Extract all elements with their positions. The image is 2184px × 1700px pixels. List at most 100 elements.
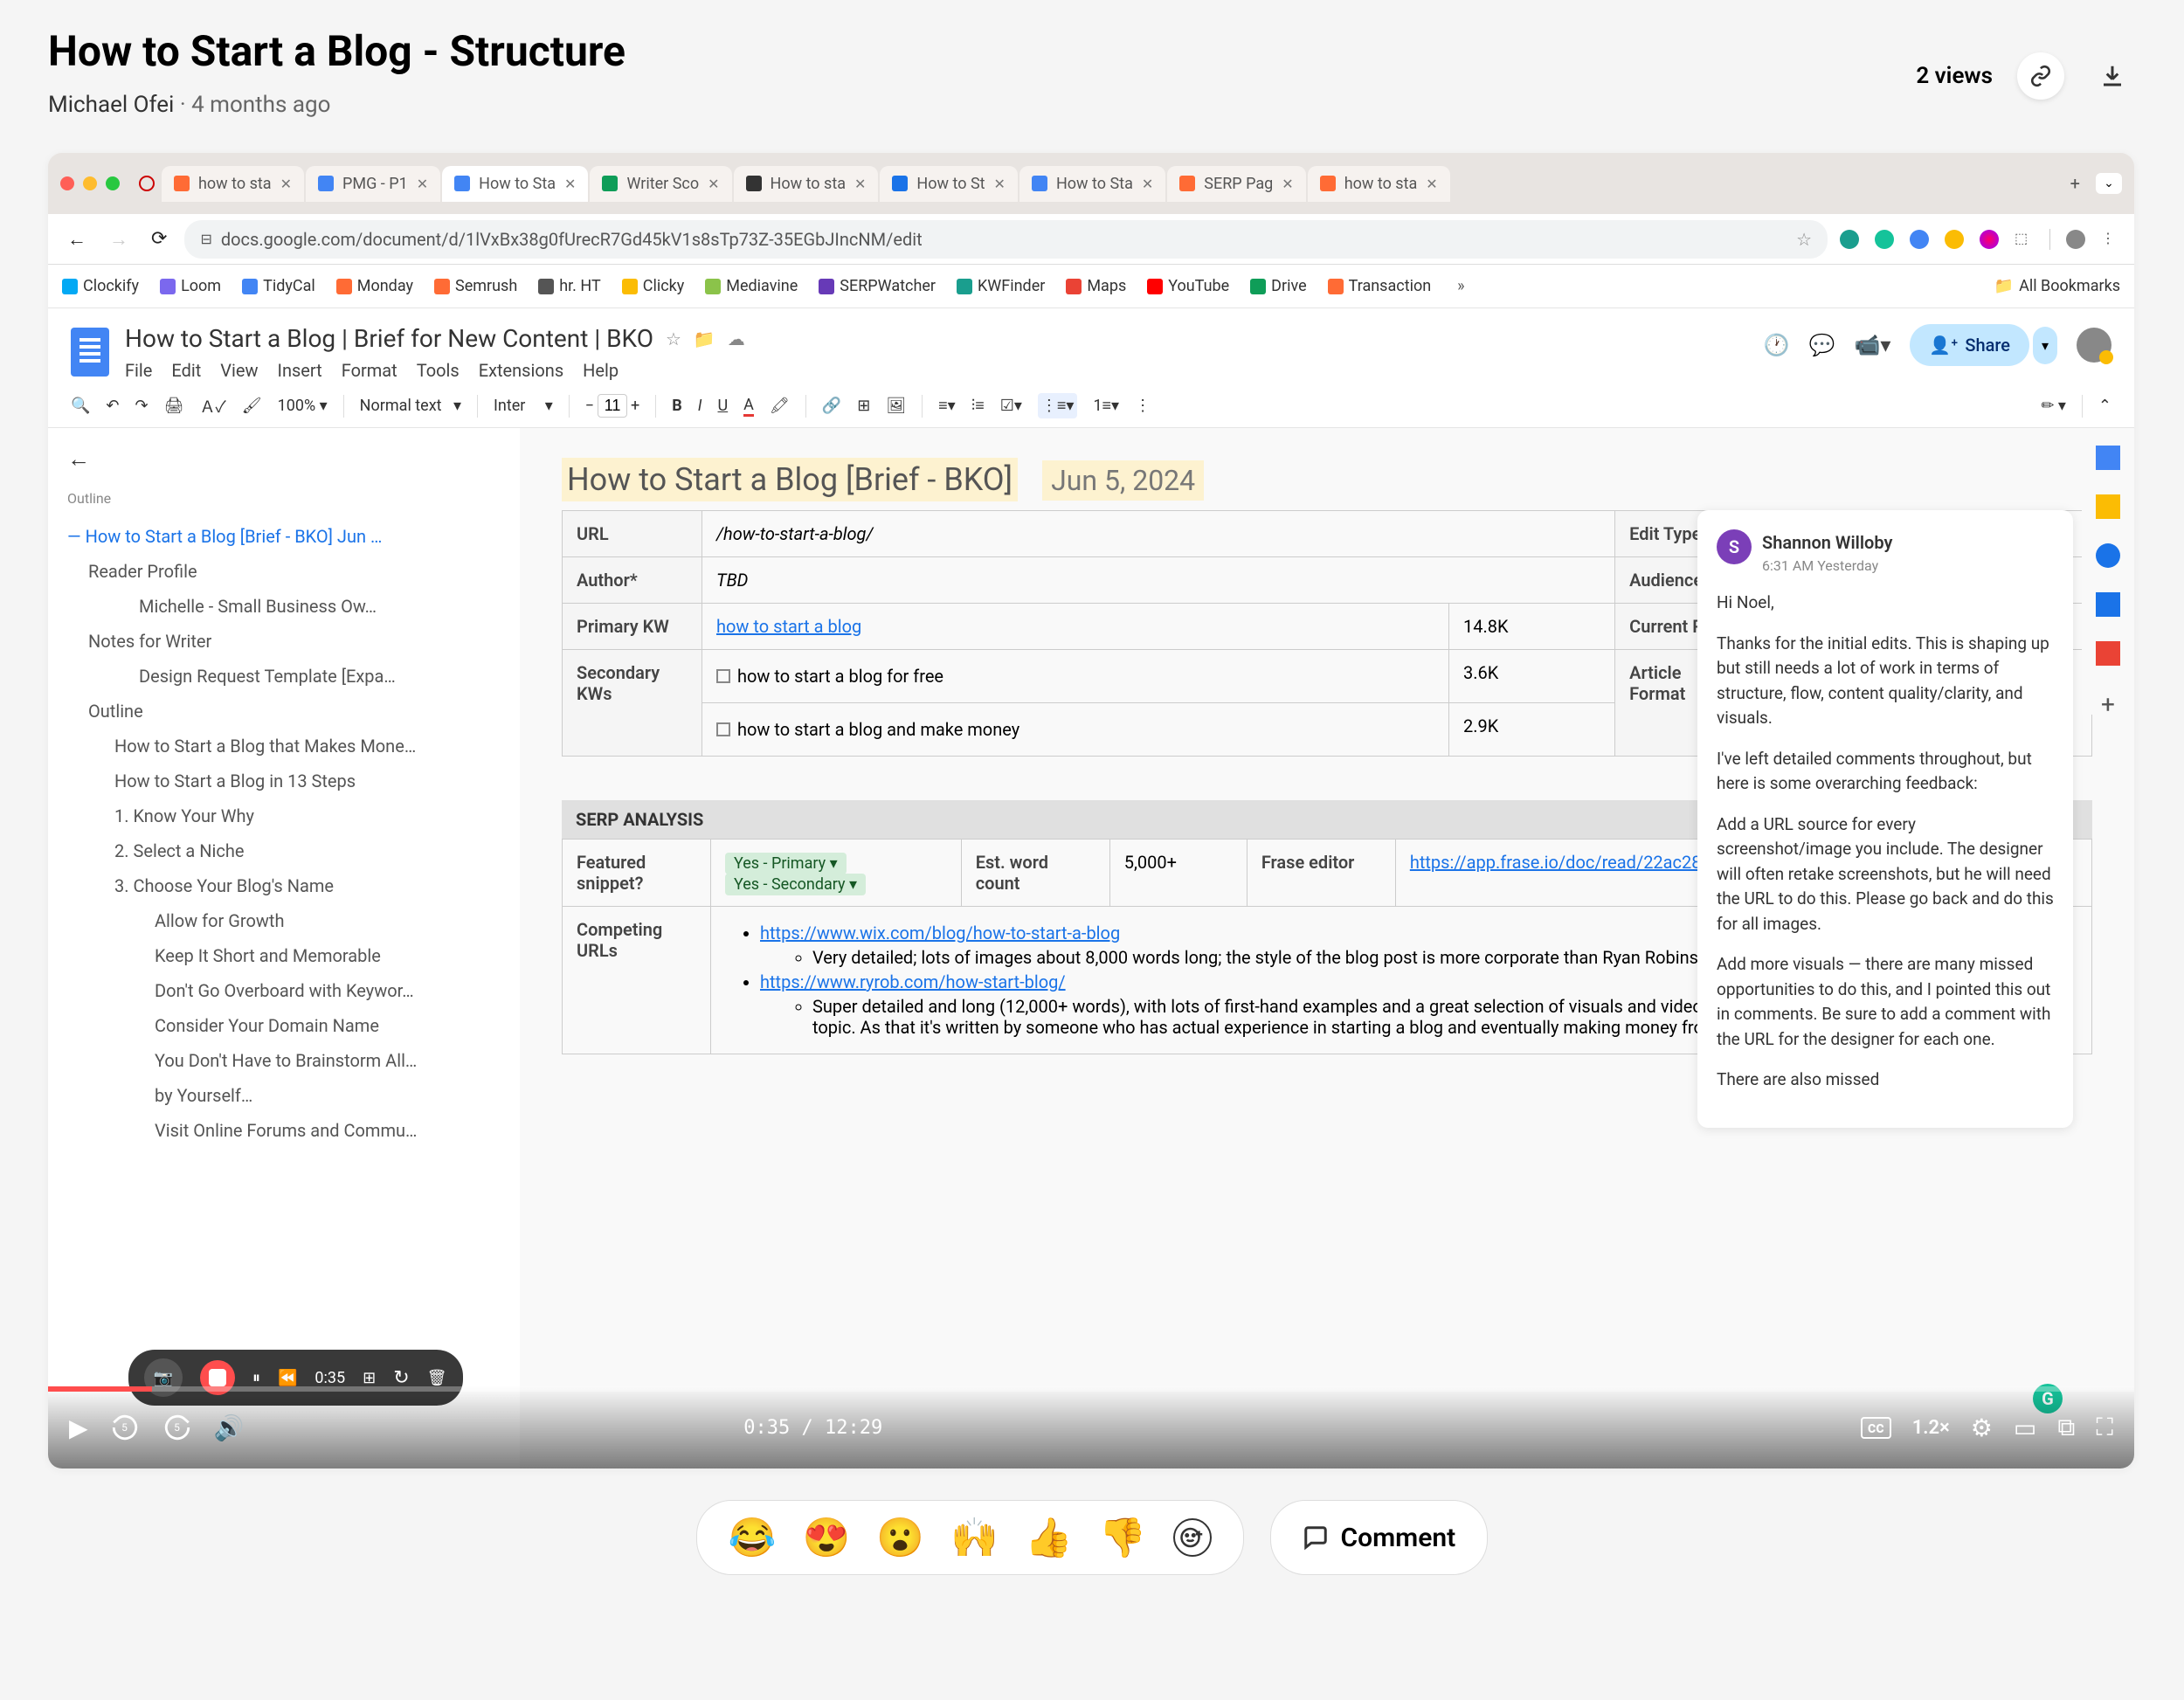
browser-tab[interactable]: How to Sta✕: [442, 166, 588, 202]
more-button[interactable]: ⋮: [1135, 397, 1151, 415]
canvas-button[interactable]: ⊞: [363, 1369, 376, 1387]
numbered-list-button[interactable]: 1≡▾: [1093, 397, 1119, 415]
increase-font-button[interactable]: +: [631, 397, 639, 415]
close-tab-icon[interactable]: ✕: [1282, 176, 1293, 192]
outline-item[interactable]: — How to Start a Blog [Brief - BKO] Jun …: [67, 519, 501, 554]
redo-button[interactable]: ↷: [135, 397, 149, 415]
share-dropdown[interactable]: ▾: [2033, 327, 2057, 364]
tasks-icon[interactable]: [2096, 543, 2120, 568]
browser-tab[interactable]: Writer Sco✕: [590, 166, 731, 202]
theater-mode-button[interactable]: ▭: [2014, 1413, 2036, 1442]
outline-item[interactable]: Keep It Short and Memorable: [67, 938, 501, 973]
bookmark-item[interactable]: Loom: [160, 277, 221, 295]
emoji-reaction[interactable]: 😍: [803, 1515, 851, 1560]
zoom-select[interactable]: 100% ▾: [278, 397, 328, 415]
all-bookmarks-button[interactable]: 📁 All Bookmarks: [1994, 277, 2120, 295]
text-color-button[interactable]: A: [743, 396, 754, 417]
bookmark-item[interactable]: Semrush: [434, 277, 517, 295]
outline-item[interactable]: You Don't Have to Brainstorm All…: [67, 1043, 501, 1078]
emoji-reaction[interactable]: 👎: [1099, 1515, 1147, 1560]
rewind-5-button[interactable]: 5: [109, 1412, 141, 1443]
history-icon[interactable]: 🕐: [1764, 333, 1790, 357]
meet-icon[interactable]: 📹▾: [1854, 333, 1890, 357]
extensions-menu-icon[interactable]: ⬚: [2015, 230, 2034, 249]
bookmark-item[interactable]: Drive: [1250, 277, 1306, 295]
insert-image-button[interactable]: 🖼: [886, 397, 906, 415]
outline-item[interactable]: 3. Choose Your Blog's Name: [67, 868, 501, 903]
volume-button[interactable]: 🔊: [214, 1413, 245, 1442]
bookmark-item[interactable]: TidyCal: [242, 277, 315, 295]
comments-icon[interactable]: 💬: [1809, 333, 1835, 357]
captions-button[interactable]: cc: [1861, 1417, 1891, 1439]
back-button[interactable]: ←: [62, 223, 92, 256]
browser-tab[interactable]: how to sta✕: [162, 166, 304, 202]
emoji-reaction[interactable]: 😂: [729, 1515, 777, 1560]
window-controls[interactable]: [60, 176, 120, 190]
close-tab-icon[interactable]: ✕: [1426, 176, 1437, 192]
bookmark-item[interactable]: Clockify: [62, 277, 139, 295]
paint-format-button[interactable]: 🖌: [242, 397, 262, 415]
browser-tab[interactable]: how to sta✕: [1308, 166, 1450, 202]
download-button[interactable]: [2089, 52, 2136, 100]
video-player[interactable]: how to sta✕PMG - P1✕How to Sta✕Writer Sc…: [48, 153, 2134, 1468]
decrease-font-button[interactable]: −: [585, 397, 594, 415]
outline-item[interactable]: Consider Your Domain Name: [67, 1008, 501, 1043]
underline-button[interactable]: U: [718, 397, 729, 415]
outline-item[interactable]: How to Start a Blog that Makes Mone…: [67, 729, 501, 764]
docs-menu-item[interactable]: View: [220, 360, 258, 381]
minimize-window[interactable]: [83, 176, 97, 190]
pip-button[interactable]: ⧉: [2057, 1413, 2075, 1442]
outline-item[interactable]: Design Request Template [Expa…: [67, 659, 501, 694]
maximize-window[interactable]: [106, 176, 120, 190]
profile-avatar[interactable]: [2066, 230, 2085, 249]
undo-button[interactable]: ↶: [106, 397, 119, 415]
outline-item[interactable]: 1. Know Your Why: [67, 798, 501, 833]
highlight-button[interactable]: 🖍: [770, 397, 790, 415]
new-tab-button[interactable]: +: [2062, 168, 2089, 199]
checklist-button[interactable]: ☑▾: [1000, 397, 1022, 415]
spellcheck-button[interactable]: Ａ✓: [199, 395, 225, 418]
docs-menu-item[interactable]: Insert: [278, 360, 322, 381]
docs-menu-item[interactable]: File: [125, 360, 152, 381]
print-button[interactable]: 🖨: [164, 397, 184, 415]
browser-tab[interactable]: SERP Pag✕: [1167, 166, 1305, 202]
bookmark-item[interactable]: SERPWatcher: [819, 277, 936, 295]
line-spacing-button[interactable]: ⫶≡: [971, 397, 985, 415]
play-button[interactable]: ▶: [69, 1413, 88, 1442]
extension-icon[interactable]: [1875, 230, 1894, 249]
collapse-toolbar-button[interactable]: ⌃: [2098, 397, 2111, 415]
copy-link-button[interactable]: [2017, 52, 2064, 100]
contacts-icon[interactable]: [2096, 592, 2120, 617]
browser-tab[interactable]: How to sta✕: [734, 166, 879, 202]
maps-icon[interactable]: [2096, 641, 2120, 666]
outline-item[interactable]: Outline: [67, 694, 501, 729]
site-info-icon[interactable]: ⊟: [200, 231, 211, 247]
docs-menu-item[interactable]: Tools: [417, 360, 460, 381]
bookmark-item[interactable]: Maps: [1066, 277, 1126, 295]
calendar-icon[interactable]: [2096, 446, 2120, 470]
share-button[interactable]: 👤⁺ Share: [1910, 324, 2029, 366]
extension-icon[interactable]: [1910, 230, 1929, 249]
browser-menu-icon[interactable]: ⋮: [2101, 230, 2120, 249]
rewind-button[interactable]: ⏪: [278, 1369, 297, 1387]
close-tab-icon[interactable]: ✕: [564, 176, 576, 192]
close-window[interactable]: [60, 176, 74, 190]
docs-menu-item[interactable]: Help: [583, 360, 619, 381]
settings-button[interactable]: ⚙: [1971, 1413, 1993, 1442]
italic-button[interactable]: I: [698, 397, 702, 415]
author-name[interactable]: Michael Ofei: [48, 92, 174, 118]
outline-item[interactable]: Notes for Writer: [67, 624, 501, 659]
emoji-reaction[interactable]: 🙌: [950, 1515, 999, 1560]
outline-item[interactable]: 2. Select a Niche: [67, 833, 501, 868]
extension-icon[interactable]: [1840, 230, 1859, 249]
forward-5-button[interactable]: 5: [162, 1412, 193, 1443]
bold-button[interactable]: B: [672, 397, 682, 415]
docs-menu-item[interactable]: Format: [342, 360, 397, 381]
star-icon[interactable]: ☆: [666, 328, 681, 349]
emoji-reaction[interactable]: 😮: [876, 1515, 924, 1560]
checkbox-icon[interactable]: [716, 722, 730, 736]
add-emoji-button[interactable]: [1173, 1518, 1212, 1557]
outline-item[interactable]: by Yourself…: [67, 1078, 501, 1113]
docs-logo-icon[interactable]: [71, 328, 109, 377]
bookmarks-overflow[interactable]: »: [1457, 277, 1464, 295]
